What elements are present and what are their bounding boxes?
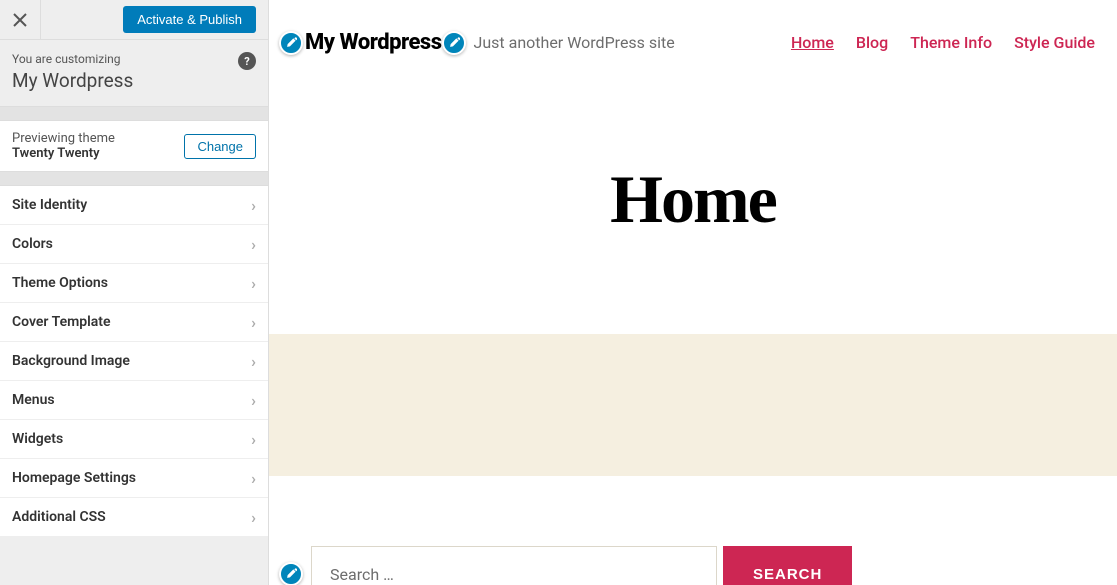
site-header: My Wordpress Just another WordPress site… — [269, 0, 1117, 65]
site-tagline: Just another WordPress site — [474, 33, 675, 52]
menu-item-label: Site Identity — [12, 197, 87, 213]
chevron-right-icon: › — [251, 508, 256, 527]
edit-shortcut-title[interactable] — [279, 31, 303, 55]
search-button[interactable]: SEARCH — [723, 546, 852, 585]
menu-item-menus[interactable]: Menus › — [0, 381, 268, 420]
chevron-right-icon: › — [251, 391, 256, 410]
nav-link-style-guide[interactable]: Style Guide — [1014, 33, 1095, 52]
activate-publish-button[interactable]: Activate & Publish — [123, 6, 256, 33]
spacer — [0, 172, 268, 185]
menu-item-colors[interactable]: Colors › — [0, 225, 268, 264]
menu-item-homepage-settings[interactable]: Homepage Settings › — [0, 459, 268, 498]
spacer — [0, 107, 268, 120]
pencil-icon — [448, 37, 460, 49]
customize-site-name: My Wordpress — [12, 69, 256, 92]
close-icon — [13, 13, 27, 27]
help-icon[interactable]: ? — [238, 52, 256, 70]
chevron-right-icon: › — [251, 274, 256, 293]
menu-item-widgets[interactable]: Widgets › — [0, 420, 268, 459]
edit-shortcut-search[interactable] — [279, 562, 303, 585]
pencil-icon — [285, 37, 297, 49]
menu-item-label: Colors — [12, 236, 53, 252]
theme-section: Previewing theme Twenty Twenty Change — [0, 120, 268, 172]
menu-item-label: Theme Options — [12, 275, 108, 291]
menu-item-site-identity[interactable]: Site Identity › — [0, 186, 268, 225]
close-customizer-button[interactable] — [0, 0, 41, 39]
menu-item-label: Menus — [12, 392, 55, 408]
chevron-right-icon: › — [251, 313, 256, 332]
content-band — [269, 334, 1117, 476]
site-title[interactable]: My Wordpress — [305, 30, 442, 55]
menu-item-label: Background Image — [12, 353, 130, 369]
nav-link-theme-info[interactable]: Theme Info — [910, 33, 992, 52]
search-widget: SEARCH — [269, 476, 1117, 585]
chevron-right-icon: › — [251, 196, 256, 215]
customize-label: You are customizing — [12, 52, 256, 66]
search-input[interactable] — [311, 546, 717, 585]
menu-item-label: Additional CSS — [12, 509, 106, 525]
chevron-right-icon: › — [251, 235, 256, 254]
customize-menu-list: Site Identity›Colors›Theme Options›Cover… — [0, 185, 268, 537]
change-theme-button[interactable]: Change — [184, 134, 256, 159]
edit-shortcut-tagline[interactable] — [442, 31, 466, 55]
pencil-icon — [285, 568, 297, 580]
chevron-right-icon: › — [251, 430, 256, 449]
menu-item-background-image[interactable]: Background Image › — [0, 342, 268, 381]
menu-item-additional-css[interactable]: Additional CSS › — [0, 498, 268, 537]
menu-item-label: Homepage Settings — [12, 470, 136, 486]
menu-item-label: Cover Template — [12, 314, 111, 330]
page-title: Home — [269, 160, 1117, 239]
menu-item-cover-template[interactable]: Cover Template › — [0, 303, 268, 342]
site-nav: Home Blog Theme Info Style Guide — [791, 33, 1107, 52]
theme-name: Twenty Twenty — [12, 146, 115, 161]
menu-item-label: Widgets — [12, 431, 63, 447]
previewing-label: Previewing theme — [12, 131, 115, 146]
nav-link-home[interactable]: Home — [791, 33, 834, 52]
nav-link-blog[interactable]: Blog — [856, 33, 888, 52]
customize-info: You are customizing My Wordpress ? — [0, 40, 268, 107]
menu-item-theme-options[interactable]: Theme Options › — [0, 264, 268, 303]
chevron-right-icon: › — [251, 352, 256, 371]
publish-wrap: Activate & Publish — [41, 0, 268, 39]
chevron-right-icon: › — [251, 469, 256, 488]
preview-pane: My Wordpress Just another WordPress site… — [269, 0, 1117, 585]
page-title-area: Home — [269, 65, 1117, 334]
